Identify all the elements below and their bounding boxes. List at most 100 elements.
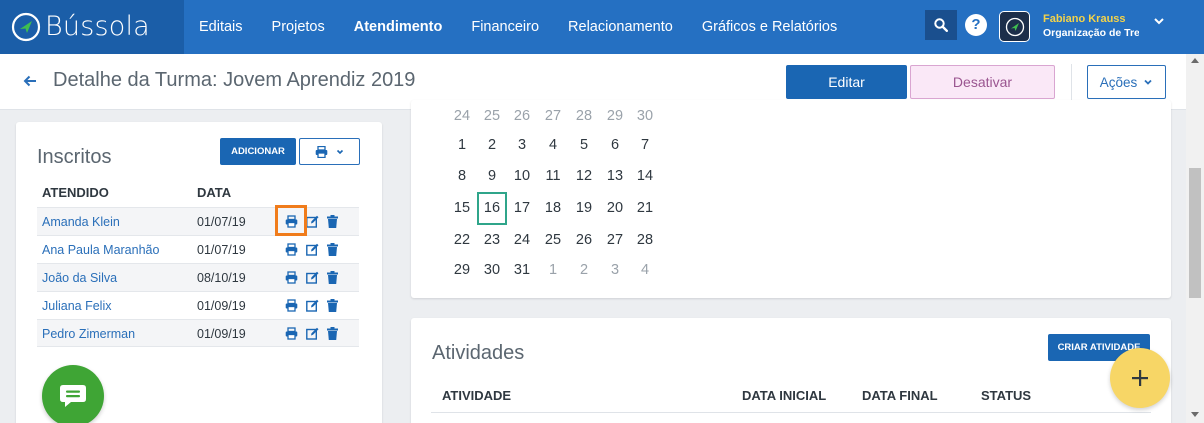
header-divider — [1071, 64, 1072, 100]
edit-icon[interactable] — [306, 299, 319, 312]
column-header-data[interactable]: DATA — [197, 185, 231, 200]
calendar-day[interactable]: 17 — [507, 200, 537, 216]
column-header-data-final[interactable]: DATA FINAL — [862, 388, 938, 403]
calendar-day[interactable]: 25 — [477, 108, 507, 124]
calendar-day[interactable]: 11 — [538, 168, 568, 184]
nav-item-projetos[interactable]: Projetos — [272, 19, 325, 35]
calendar-day[interactable]: 9 — [477, 168, 507, 184]
print-dropdown-button[interactable] — [299, 138, 360, 165]
calendar-day[interactable]: 28 — [569, 108, 599, 124]
back-arrow-icon[interactable] — [22, 73, 38, 89]
page-scrollbar[interactable] — [1186, 54, 1204, 423]
nav-item-financeiro[interactable]: Financeiro — [471, 19, 539, 35]
column-header-status[interactable]: STATUS — [981, 388, 1031, 403]
calendar-day[interactable]: 24 — [447, 108, 477, 124]
user-organization[interactable]: Organização de Tre — [1043, 27, 1139, 39]
scroll-down-arrow-icon[interactable] — [1191, 412, 1199, 417]
calendar-day[interactable]: 18 — [538, 200, 568, 216]
nav-item-atendimento[interactable]: Atendimento — [354, 19, 443, 35]
calendar-day[interactable]: 27 — [600, 232, 630, 248]
edit-button[interactable]: Editar — [786, 65, 907, 99]
calendar-day[interactable]: 12 — [569, 168, 599, 184]
print-icon[interactable] — [285, 299, 298, 312]
calendar-day[interactable]: 22 — [447, 232, 477, 248]
trash-icon[interactable] — [326, 299, 339, 312]
calendar-day[interactable]: 2 — [569, 262, 599, 278]
calendar-day[interactable]: 6 — [600, 137, 630, 153]
trash-icon[interactable] — [326, 243, 339, 256]
calendar-day[interactable]: 4 — [538, 137, 568, 153]
calendar-day[interactable]: 8 — [447, 168, 477, 184]
calendar-day[interactable]: 7 — [630, 137, 660, 153]
calendar-day[interactable]: 24 — [507, 232, 537, 248]
column-header-atividade[interactable]: ATIVIDADE — [442, 388, 511, 403]
trash-icon[interactable] — [326, 327, 339, 340]
trash-icon[interactable] — [326, 271, 339, 284]
calendar-day[interactable]: 20 — [600, 200, 630, 216]
calendar-day[interactable]: 1 — [538, 262, 568, 278]
calendar-day[interactable]: 3 — [600, 262, 630, 278]
scroll-up-arrow-icon[interactable] — [1191, 58, 1199, 63]
column-header-data-inicial[interactable]: DATA INICIAL — [742, 388, 826, 403]
search-button[interactable] — [925, 10, 957, 40]
calendar-day[interactable]: 26 — [507, 108, 537, 124]
calendar-day[interactable]: 25 — [538, 232, 568, 248]
calendar-day[interactable]: 26 — [569, 232, 599, 248]
enrollee-name-link[interactable]: Pedro Zimerman — [42, 327, 135, 341]
brand-logo[interactable]: Bússola — [0, 0, 184, 54]
calendar-day[interactable]: 4 — [630, 262, 660, 278]
edit-icon[interactable] — [306, 327, 319, 340]
enrollee-name-link[interactable]: João da Silva — [42, 271, 117, 285]
org-avatar[interactable] — [999, 11, 1030, 42]
trash-icon[interactable] — [326, 215, 339, 228]
calendar-day[interactable]: 19 — [569, 200, 599, 216]
edit-icon[interactable] — [306, 215, 319, 228]
table-row: Ana Paula Maranhão 01/07/19 — [37, 235, 359, 263]
calendar-day[interactable]: 16 — [477, 200, 507, 216]
calendar-day[interactable]: 27 — [538, 108, 568, 124]
calendar-day[interactable]: 15 — [447, 200, 477, 216]
calendar-day[interactable]: 29 — [447, 262, 477, 278]
scroll-thumb[interactable] — [1189, 168, 1201, 298]
enrollee-name-link[interactable]: Ana Paula Maranhão — [42, 243, 159, 257]
calendar-day[interactable]: 29 — [600, 108, 630, 124]
calendar-day[interactable]: 1 — [447, 137, 477, 153]
user-name[interactable]: Fabiano Krauss — [1043, 13, 1126, 25]
print-icon[interactable] — [285, 327, 298, 340]
add-enrollee-button[interactable]: ADICIONAR — [220, 138, 296, 165]
column-header-atendido[interactable]: ATENDIDO — [42, 185, 109, 200]
calendar-day[interactable]: 10 — [507, 168, 537, 184]
calendar-day[interactable]: 28 — [630, 232, 660, 248]
table-divider — [431, 412, 1151, 413]
calendar-day[interactable]: 30 — [630, 108, 660, 124]
calendar-day[interactable]: 30 — [477, 262, 507, 278]
calendar-day[interactable]: 14 — [630, 168, 660, 184]
compass-logo-icon — [11, 12, 41, 42]
plus-icon — [1132, 370, 1148, 386]
calendar-day[interactable]: 23 — [477, 232, 507, 248]
calendar-day[interactable]: 5 — [569, 137, 599, 153]
help-icon[interactable]: ? — [965, 14, 987, 36]
calendar-day[interactable]: 31 — [507, 262, 537, 278]
calendar-day[interactable]: 13 — [600, 168, 630, 184]
print-icon[interactable] — [285, 243, 298, 256]
actions-dropdown[interactable]: Ações — [1087, 65, 1166, 99]
chevron-down-icon[interactable] — [1152, 14, 1166, 28]
enrollee-name-link[interactable]: Juliana Felix — [42, 299, 111, 313]
calendar-day[interactable]: 3 — [507, 137, 537, 153]
deactivate-button[interactable]: Desativar — [910, 65, 1055, 99]
calendar-day[interactable]: 2 — [477, 137, 507, 153]
print-icon — [315, 145, 328, 158]
nav-item-graficos-relatorios[interactable]: Gráficos e Relatórios — [702, 19, 837, 35]
edit-icon[interactable] — [306, 271, 319, 284]
chat-button[interactable] — [42, 365, 104, 423]
table-row: Pedro Zimerman 01/09/19 — [37, 319, 359, 347]
nav-item-editais[interactable]: Editais — [199, 19, 243, 35]
calendar-day[interactable]: 21 — [630, 200, 660, 216]
enrollee-name-link[interactable]: Amanda Klein — [42, 215, 120, 229]
add-fab-button[interactable] — [1110, 348, 1170, 408]
print-icon[interactable] — [285, 271, 298, 284]
enrollee-date: 01/09/19 — [197, 299, 246, 313]
edit-icon[interactable] — [306, 243, 319, 256]
nav-item-relacionamento[interactable]: Relacionamento — [568, 19, 673, 35]
